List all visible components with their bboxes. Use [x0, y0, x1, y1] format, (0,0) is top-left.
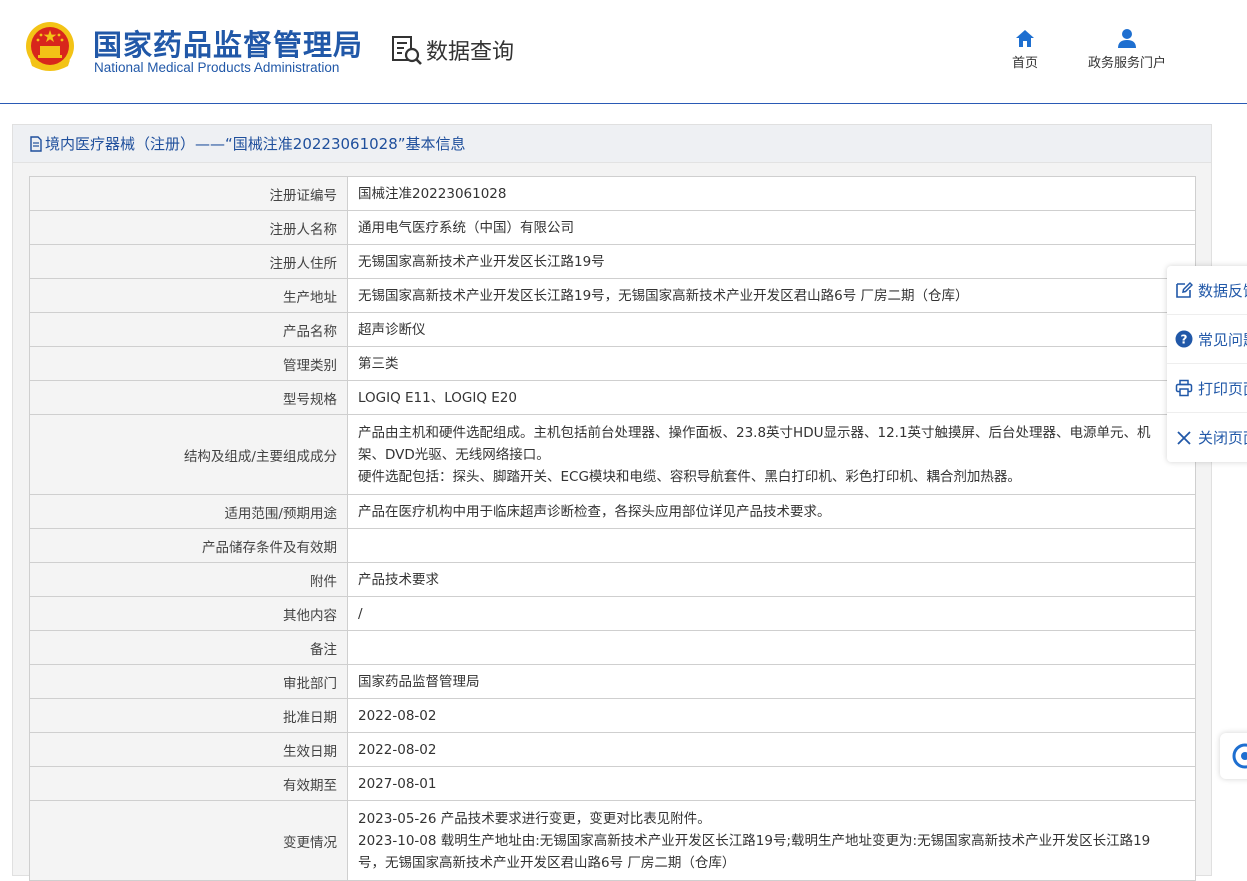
close-icon — [1177, 430, 1191, 445]
row-key: 附件 — [29, 562, 348, 597]
row-value: 国械注准20223061028 — [347, 176, 1196, 211]
table-row: 结构及组成/主要组成成分 产品由主机和硬件选配组成。主机包括前台处理器、操作面板… — [29, 414, 1196, 495]
faq-label: 常见问题 — [1198, 330, 1247, 349]
row-value-line: 号，无锡国家高新技术产业开发区君山路6号 厂房二期（仓库） — [358, 854, 736, 871]
row-key: 批准日期 — [29, 698, 348, 733]
row-value: 国家药品监督管理局 — [347, 664, 1196, 699]
row-key: 结构及组成/主要组成成分 — [29, 414, 348, 495]
row-value: 2027-08-01 — [347, 766, 1196, 801]
data-query-title: 数据查询 — [426, 40, 515, 65]
row-key: 有效期至 — [29, 766, 348, 801]
row-key: 生效日期 — [29, 732, 348, 767]
row-key: 其他内容 — [29, 596, 348, 631]
row-key: 产品储存条件及有效期 — [29, 528, 348, 563]
table-row: 审批部门 国家药品监督管理局 — [29, 664, 1196, 699]
table-row: 生产地址 无锡国家高新技术产业开发区长江路19号，无锡国家高新技术产业开发区君山路… — [29, 278, 1196, 313]
nav-home[interactable]: 首页 — [1012, 28, 1038, 71]
row-value: 2022-08-02 — [347, 698, 1196, 733]
table-row: 附件 产品技术要求 — [29, 562, 1196, 597]
row-value — [347, 528, 1196, 563]
row-value: LOGIQ E11、LOGIQ E20 — [347, 380, 1196, 415]
table-row: 生效日期 2022-08-02 — [29, 732, 1196, 767]
row-value: 第三类 — [347, 346, 1196, 381]
brand-name-en: National Medical Products Administration — [94, 60, 340, 75]
document-icon — [30, 135, 42, 152]
row-key: 注册证编号 — [29, 176, 348, 211]
table-row: 产品名称 超声诊断仪 — [29, 312, 1196, 347]
close-page-label: 关闭页面 — [1198, 429, 1247, 447]
row-key: 管理类别 — [29, 346, 348, 381]
row-value: 超声诊断仪 — [347, 312, 1196, 347]
row-value: 产品由主机和硬件选配组成。主机包括前台处理器、操作面板、23.8英寸HDU显示器… — [347, 414, 1196, 495]
row-key: 注册人住所 — [29, 244, 348, 279]
table-row: 注册人名称 通用电气医疗系统（中国）有限公司 — [29, 210, 1196, 245]
row-value-line: 产品由主机和硬件选配组成。主机包括前台处理器、操作面板、23.8英寸HDU显示器… — [358, 424, 1151, 441]
info-table: 注册证编号 国械注准20223061028 注册人名称 通用电气医疗系统（中国）有限… — [29, 176, 1196, 881]
row-value-line: 2023-10-08 载明生产地址由:无锡国家高新技术产业开发区长江路19号;载… — [358, 832, 1151, 849]
floating-toolbar: 数据反馈 ? 常见问题 打印页面 关闭页面 — [1167, 266, 1247, 462]
nav-service-portal[interactable]: 政务服务门户 — [1088, 28, 1166, 71]
row-value: / — [347, 596, 1196, 631]
question-icon: ? — [1175, 330, 1193, 348]
table-row: 型号规格 LOGIQ E11、LOGIQ E20 — [29, 380, 1196, 415]
row-value: 2022-08-02 — [347, 732, 1196, 767]
print-icon — [1175, 379, 1193, 397]
row-value: 无锡国家高新技术产业开发区长江路19号，无锡国家高新技术产业开发区君山路6号 厂… — [347, 278, 1196, 313]
table-row: 变更情况 2023-05-26 产品技术要求进行变更，变更对比表见附件。 202… — [29, 800, 1196, 881]
row-key: 产品名称 — [29, 312, 348, 347]
close-page-button[interactable]: 关闭页面 — [1167, 413, 1247, 462]
nav-home-label: 首页 — [1012, 56, 1039, 71]
row-key: 注册人名称 — [29, 210, 348, 245]
print-button[interactable]: 打印页面 — [1167, 364, 1247, 413]
row-value — [347, 630, 1196, 665]
panel-title: 境内医疗器械（注册）——“国械注准20223061028”基本信息 — [13, 125, 1211, 163]
row-key: 适用范围/预期用途 — [29, 494, 348, 529]
faq-button[interactable]: ? 常见问题 — [1167, 315, 1247, 364]
data-feedback-button[interactable]: 数据反馈 — [1167, 266, 1247, 315]
detail-panel: 境内医疗器械（注册）——“国械注准20223061028”基本信息 注册证编号国… — [12, 124, 1212, 881]
row-key: 变更情况 — [29, 800, 348, 881]
row-value-line: 2023-05-26 产品技术要求进行变更，变更对比表见附件。 — [358, 810, 711, 827]
user-icon — [1118, 29, 1136, 48]
row-value: 2023-05-26 产品技术要求进行变更，变更对比表见附件。 2023-10-… — [347, 800, 1196, 881]
table-row: 批准日期 2022-08-02 — [29, 698, 1196, 733]
table-row: 适用范围/预期用途 产品在医疗机构中用于临床超声诊断检查，各探头应用部位详见产品技… — [29, 494, 1196, 529]
row-key: 备注 — [29, 630, 348, 665]
panel-title-text: 境内医疗器械（注册）——“国械注准20223061028”基本信息 — [45, 135, 466, 153]
row-key: 审批部门 — [29, 664, 348, 699]
table-row: 注册证编号 国械注准20223061028 — [29, 176, 1196, 211]
table-row: 其他内容 / — [29, 596, 1196, 631]
accessibility-icon — [1232, 743, 1247, 769]
accessibility-button[interactable] — [1220, 733, 1247, 779]
row-value: 产品技术要求 — [347, 562, 1196, 597]
row-value: 产品在医疗机构中用于临床超声诊断检查，各探头应用部位详见产品技术要求。 — [347, 494, 1196, 529]
print-label: 打印页面 — [1198, 379, 1247, 398]
table-row: 管理类别 第三类 — [29, 346, 1196, 381]
table-row: 有效期至 2027-08-01 — [29, 766, 1196, 801]
row-key: 生产地址 — [29, 278, 348, 313]
national-emblem-icon — [26, 22, 74, 71]
svg-text:?: ? — [1181, 333, 1188, 347]
row-key: 型号规格 — [29, 380, 348, 415]
data-feedback-label: 数据反馈 — [1198, 281, 1247, 300]
data-query-heading: 数据查询 — [390, 34, 514, 66]
edit-icon — [1176, 281, 1193, 298]
document-search-icon — [392, 36, 422, 65]
row-value-line: 硬件选配包括：探头、脚踏开关、ECG模块和电缆、容积导航套件、黑白打印机、彩色打… — [358, 468, 1021, 485]
nav-service-portal-label: 政务服务门户 — [1088, 56, 1167, 71]
row-value: 无锡国家高新技术产业开发区长江路19号 — [347, 244, 1196, 279]
row-value-line: 架、DVD光驱、无线网络接口。 — [358, 446, 550, 463]
table-row: 注册人住所 无锡国家高新技术产业开发区长江路19号 — [29, 244, 1196, 279]
table-row: 产品储存条件及有效期 — [29, 528, 1196, 563]
site-header: 国家药品监督管理局 National Medical Products Admi… — [0, 0, 1247, 104]
table-row: 备注 — [29, 630, 1196, 665]
brand-name-cn: 国家药品监督管理局 — [93, 28, 364, 62]
row-value: 通用电气医疗系统（中国）有限公司 — [347, 210, 1196, 245]
home-icon — [1016, 30, 1034, 47]
